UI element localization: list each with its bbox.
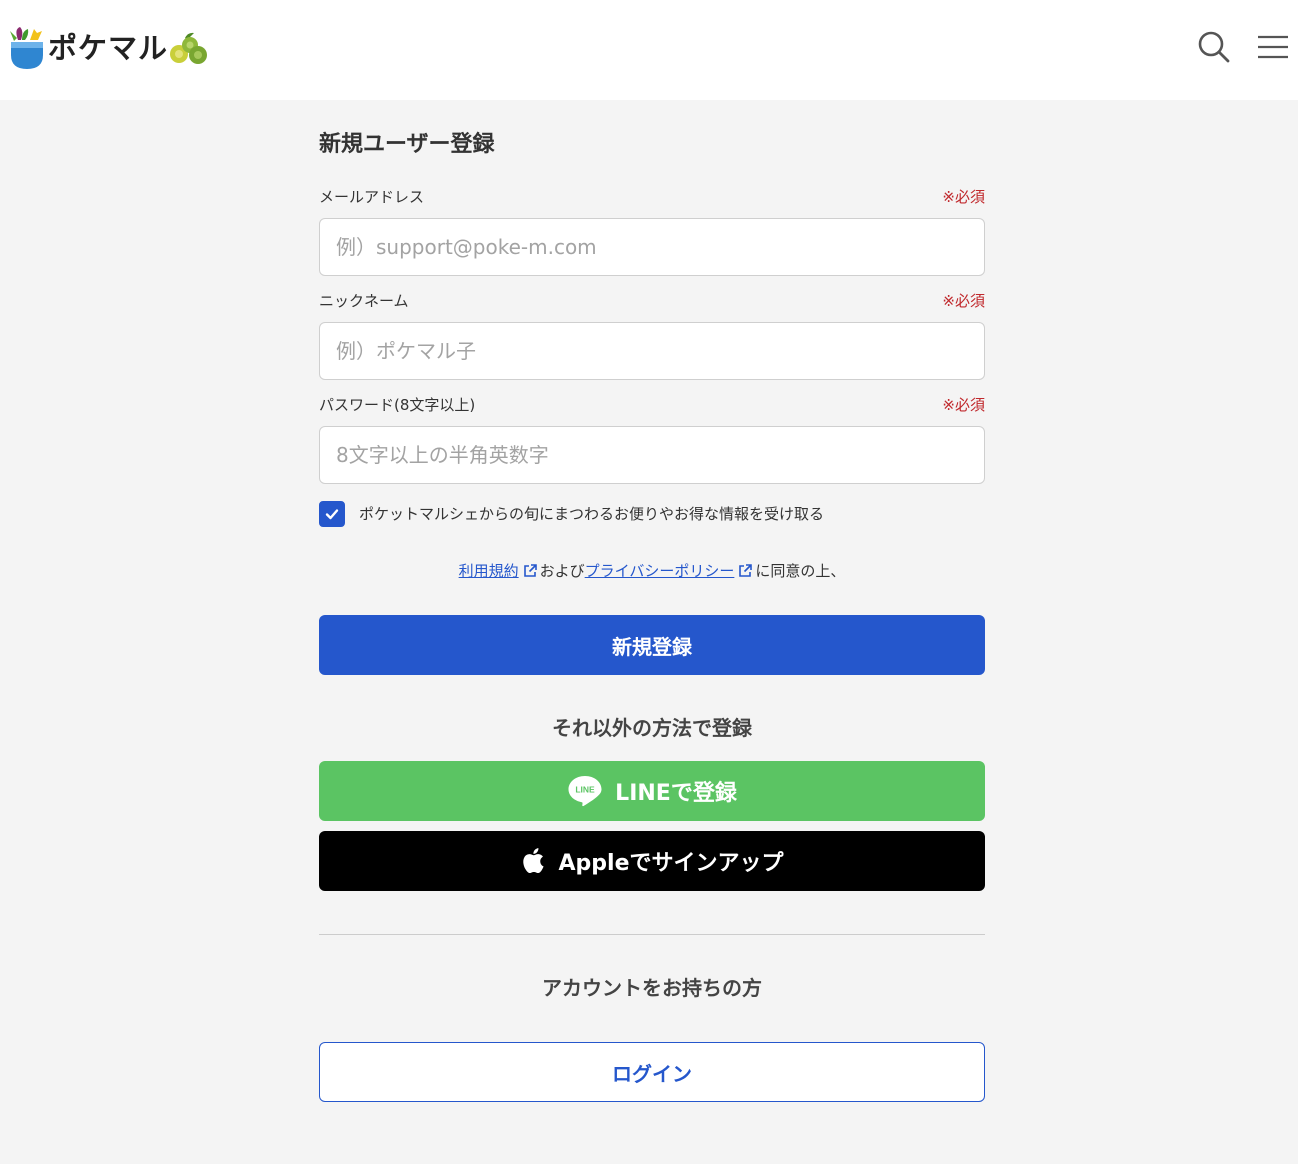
terms-link[interactable]: 利用規約 (459, 562, 519, 580)
privacy-policy-link[interactable]: プライバシーポリシー (585, 562, 735, 580)
login-button-label: ログイン (612, 1061, 692, 1086)
password-label: パスワード(8文字以上) (319, 396, 476, 414)
line-logo-text: LINE (575, 785, 595, 795)
login-heading: アカウントをお持ちの方 (542, 976, 762, 1000)
password-field-group: パスワード(8文字以上) ※必須 (319, 395, 985, 484)
search-button[interactable] (1196, 29, 1232, 65)
newsletter-label[interactable]: ポケットマルシェからの旬にまつわるお便りやお得な情報を受け取る (359, 504, 824, 524)
register-button[interactable]: 新規登録 (319, 615, 985, 675)
email-label: メールアドレス (319, 188, 425, 206)
nickname-field-group: ニックネーム ※必須 (319, 291, 985, 380)
apple-signup-label: Appleでサインアップ (558, 851, 784, 876)
password-required-mark: ※必須 (942, 396, 985, 414)
password-input[interactable] (319, 426, 985, 484)
signup-form: 新規ユーザー登録 メールアドレス ※必須 ニックネーム ※必須 パスワード(8文… (319, 100, 985, 1102)
apple-logo-icon (522, 848, 544, 874)
email-required-mark: ※必須 (942, 188, 985, 206)
olives-logo-icon (170, 32, 208, 64)
login-button[interactable]: ログイン (319, 1042, 985, 1102)
page-title: 新規ユーザー登録 (319, 132, 495, 157)
newsletter-option: ポケットマルシェからの旬にまつわるお便りやお得な情報を受け取る (319, 501, 985, 527)
email-field-group: メールアドレス ※必須 (319, 187, 985, 276)
section-divider (319, 934, 985, 935)
external-link-icon (523, 564, 537, 577)
email-input[interactable] (319, 218, 985, 276)
external-link-icon (739, 564, 753, 577)
newsletter-checkbox[interactable] (319, 501, 345, 527)
site-header: ポケマル (0, 0, 1298, 100)
checkmark-icon (325, 509, 339, 520)
terms-conjunction: および (539, 562, 585, 580)
nickname-required-mark: ※必須 (942, 292, 985, 310)
terms-suffix: に同意の上、 (755, 562, 846, 580)
line-signup-label: LINEで登録 (615, 781, 737, 806)
line-logo-icon: LINE (568, 776, 602, 807)
apple-signup-button[interactable]: Appleでサインアップ (319, 831, 985, 891)
register-button-label: 新規登録 (612, 634, 692, 659)
terms-agreement: 利用規約 およびプライバシーポリシー に同意の上、 (319, 561, 985, 581)
nickname-label: ニックネーム (319, 292, 409, 310)
search-icon (1198, 31, 1230, 63)
menu-button[interactable] (1256, 32, 1290, 62)
alt-signup-heading: それ以外の方法で登録 (552, 716, 752, 740)
line-signup-button[interactable]: LINE LINEで登録 (319, 761, 985, 821)
logo-text: ポケマル (48, 31, 169, 65)
nickname-input[interactable] (319, 322, 985, 380)
pocket-logo-icon (10, 27, 43, 69)
hamburger-menu-icon (1258, 35, 1288, 59)
site-logo[interactable]: ポケマル (8, 24, 208, 72)
